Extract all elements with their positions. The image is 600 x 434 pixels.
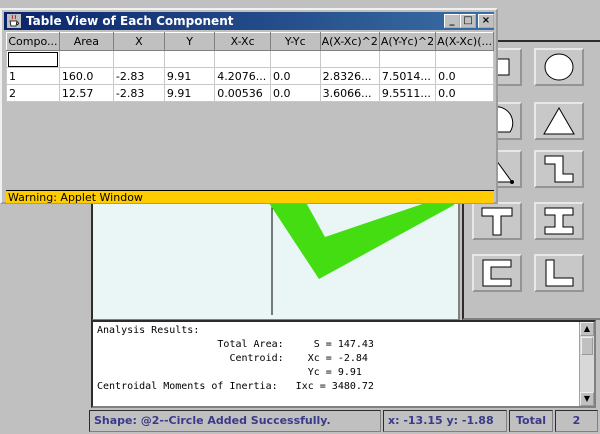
table-cell[interactable] xyxy=(112,50,165,68)
t-section-shape-button[interactable] xyxy=(472,202,522,240)
table-row[interactable]: 2 12.57 -2.83 9.91 0.00536 0.0 3.6066...… xyxy=(6,84,494,102)
table-cell[interactable] xyxy=(163,50,216,68)
z-section-shape-button[interactable] xyxy=(534,150,584,188)
table-cell[interactable]: 160.0 xyxy=(58,67,114,85)
scroll-up-arrow-icon[interactable]: ▲ xyxy=(580,322,594,336)
table-view-window[interactable]: Table View of Each Component _ □ × Compo… xyxy=(0,8,498,204)
table-cell[interactable]: 9.91 xyxy=(163,67,216,85)
cursor-coordinates: x: -13.15 y: -1.88 xyxy=(383,410,507,432)
scroll-thumb[interactable] xyxy=(581,337,593,355)
table-cell[interactable]: 1 xyxy=(6,67,60,85)
table-cell[interactable] xyxy=(269,50,321,68)
i-beam-shape-button[interactable] xyxy=(534,202,584,240)
results-line: Yc = 9.91 xyxy=(97,367,362,378)
analysis-results-panel[interactable]: Analysis Results: Total Area: S = 147.43… xyxy=(91,320,596,408)
table-header-row: Compo... Area X Y X-Xc Y-Yc A(X-Xc)^2 A(… xyxy=(6,32,494,51)
column-header[interactable]: Area xyxy=(58,32,114,51)
window-title: Table View of Each Component xyxy=(26,14,234,28)
java-cup-icon xyxy=(7,14,21,28)
table-cell[interactable]: 2.8326... xyxy=(319,67,380,85)
column-header[interactable]: A(Y-Yc)^2 xyxy=(378,32,437,51)
t-section-icon xyxy=(481,207,513,236)
table-row[interactable]: 1 160.0 -2.83 9.91 4.2076... 0.0 2.8326.… xyxy=(6,67,494,85)
total-label: Total xyxy=(509,410,553,432)
column-header[interactable]: A(X-Xc)^2 xyxy=(319,32,380,51)
results-text: Analysis Results: Total Area: S = 147.43… xyxy=(93,322,594,394)
canvas-shapes xyxy=(93,197,454,315)
table-cell[interactable]: 0.0 xyxy=(435,84,494,102)
triangle-shape-button[interactable] xyxy=(534,102,584,140)
angle-icon xyxy=(545,259,574,287)
circle-icon xyxy=(544,53,574,81)
table-cell[interactable]: -2.83 xyxy=(112,67,165,85)
applet-warning-bar: Warning: Applet Window xyxy=(6,190,494,204)
column-header[interactable]: X-Xc xyxy=(214,32,271,51)
table-cell[interactable]: -2.83 xyxy=(112,84,165,102)
table-cell[interactable]: 9.5511... xyxy=(378,84,437,102)
table-cell[interactable] xyxy=(58,50,114,68)
table-cell[interactable]: 2 xyxy=(6,84,60,102)
table-row-empty[interactable] xyxy=(6,50,494,68)
results-line: Centroidal Moments of Inertia: Ixc = 348… xyxy=(97,381,374,392)
results-line: Centroid: Xc = -2.84 xyxy=(97,353,368,364)
table-cell[interactable] xyxy=(435,50,494,68)
triangle-icon xyxy=(543,106,575,135)
window-titlebar[interactable]: Table View of Each Component _ □ × xyxy=(4,12,494,30)
table-cell[interactable]: 12.57 xyxy=(58,84,114,102)
maximize-button[interactable]: □ xyxy=(460,14,476,28)
z-section-icon xyxy=(544,155,574,183)
drawing-canvas[interactable] xyxy=(91,195,460,321)
table-scroll-area[interactable]: Compo... Area X Y X-Xc Y-Yc A(X-Xc)^2 A(… xyxy=(6,32,494,188)
table-cell[interactable]: 0.0 xyxy=(435,67,494,85)
table-cell[interactable]: 7.5014... xyxy=(378,67,437,85)
channel-icon xyxy=(482,259,512,287)
results-line: Analysis Results: xyxy=(97,325,200,336)
component-table: Compo... Area X Y X-Xc Y-Yc A(X-Xc)^2 A(… xyxy=(6,32,494,102)
circle-shape-button[interactable] xyxy=(534,48,584,86)
angle-shape-button[interactable] xyxy=(534,254,584,292)
i-beam-icon xyxy=(544,207,574,235)
column-header[interactable]: A(X-Xc)(... xyxy=(435,32,494,51)
table-cell[interactable]: 4.2076... xyxy=(214,67,271,85)
table-cell[interactable]: 3.6066... xyxy=(319,84,380,102)
column-header[interactable]: Compo... xyxy=(6,32,60,51)
table-cell[interactable]: 0.0 xyxy=(269,67,321,85)
status-bar: Shape: @2--Circle Added Successfully. x:… xyxy=(89,410,598,432)
status-message: Shape: @2--Circle Added Successfully. xyxy=(89,410,381,432)
table-cell[interactable]: 9.91 xyxy=(163,84,216,102)
total-count: 2 xyxy=(555,410,598,432)
scroll-down-arrow-icon[interactable]: ▼ xyxy=(580,392,594,406)
column-header[interactable]: X xyxy=(112,32,165,51)
table-cell[interactable] xyxy=(378,50,437,68)
minimize-button[interactable]: _ xyxy=(444,14,460,28)
table-cell[interactable] xyxy=(319,50,380,68)
results-scrollbar[interactable]: ▲ ▼ xyxy=(579,322,594,406)
column-header[interactable]: Y-Yc xyxy=(269,32,321,51)
results-line: Total Area: S = 147.43 xyxy=(97,339,374,350)
table-cell[interactable]: 0.00536 xyxy=(214,84,271,102)
table-cell[interactable]: 0.0 xyxy=(269,84,321,102)
channel-shape-button[interactable] xyxy=(472,254,522,292)
table-cell[interactable] xyxy=(6,50,60,68)
table-cell[interactable] xyxy=(214,50,271,68)
column-header[interactable]: Y xyxy=(163,32,216,51)
close-button[interactable]: × xyxy=(478,14,494,28)
